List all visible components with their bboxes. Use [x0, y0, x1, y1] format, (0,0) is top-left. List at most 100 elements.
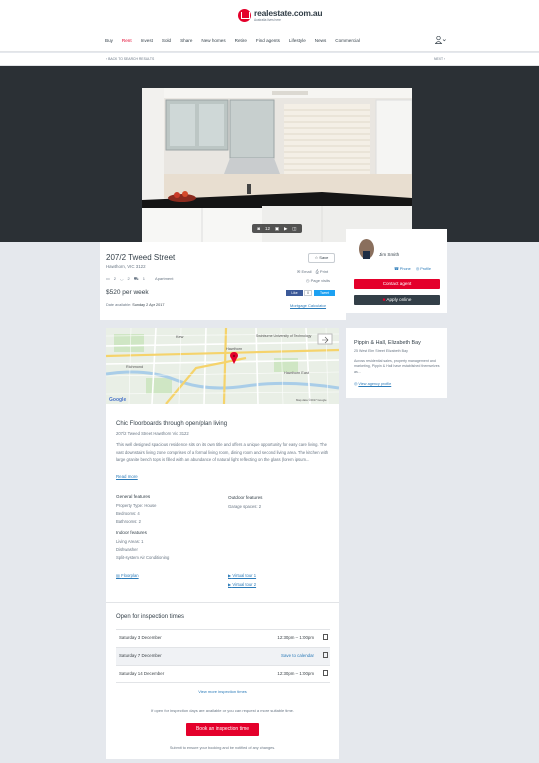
profile-label: Profile: [420, 267, 431, 271]
floorplan-label: Floorplan: [121, 573, 139, 578]
agent-card: Jim Smith ☎ Phone ◎ Profile Contact agen…: [346, 229, 447, 313]
nav-new-homes[interactable]: New homes: [201, 38, 225, 43]
inspection-date: Saturday 3 December: [119, 635, 162, 640]
agency-address: 25 West Elm Street Elizabeth Bay: [354, 349, 408, 353]
booking-note: Submit to ensure your booking and be not…: [169, 746, 276, 750]
virtual-tour-1-label: Virtual tour 1: [232, 573, 257, 578]
outdoor-features-heading: Outdoor features: [228, 495, 263, 500]
calendar-icon[interactable]: [323, 634, 328, 640]
play-icon: ▶: [228, 573, 232, 578]
indoor-feature: Split-system Air Conditioning: [116, 555, 170, 560]
tour-icon[interactable]: ◫: [292, 226, 296, 232]
map-label-hawthorn: Hawthorn: [226, 347, 242, 351]
main-nav: Buy Rent Invest Sold Share New homes Ret…: [105, 38, 369, 43]
photo-count-bar[interactable]: ◙ 12 ▣ ▶ ◫: [252, 224, 302, 233]
nav-commercial[interactable]: Commercial: [335, 38, 360, 43]
inspection-row[interactable]: Saturday 3 December 12:30pm – 1:00pm: [116, 629, 330, 647]
next-link[interactable]: NEXT ›: [434, 57, 445, 61]
listing-tools: ✉ Email ⎙ Print: [297, 269, 328, 274]
page-visits-label: Page visits: [310, 278, 330, 283]
user-menu-button[interactable]: [434, 35, 446, 46]
inspection-row[interactable]: Saturday 14 December 12:30pm – 1:00pm: [116, 665, 330, 683]
map-credit: Map data ©2017 Google: [296, 398, 327, 402]
breadcrumb-bar: ‹ BACK TO SEARCH RESULTS NEXT ›: [0, 53, 539, 66]
view-more-inspections-link[interactable]: View more inspection times: [106, 689, 339, 694]
outdoor-feature: Garage spaces: 2: [228, 504, 262, 509]
map-label-kew: Kew: [176, 335, 184, 339]
inspection-heading: Open for inspection times: [116, 614, 185, 620]
nav-sold[interactable]: Sold: [162, 38, 171, 43]
map-label-richmond: Richmond: [126, 365, 143, 369]
nav-lifestyle[interactable]: Lifestyle: [289, 38, 306, 43]
virtual-tour-2-link[interactable]: ▶ Virtual tour 2: [228, 582, 256, 587]
calendar-icon[interactable]: [323, 652, 328, 658]
listing-details: Swinburne University of Technology Hawth…: [106, 328, 339, 602]
nav-retire[interactable]: Retire: [235, 38, 247, 43]
floorplan-icon[interactable]: ▣: [275, 226, 279, 232]
agency-name[interactable]: Pippin & Hall, Elizabeth Bay: [354, 340, 421, 346]
listing-address: 207/2 Tweed Street: [106, 253, 176, 262]
tweet-button[interactable]: Tweet: [314, 290, 335, 296]
virtual-tour-2-label: Virtual tour 2: [232, 582, 257, 587]
listing-price: $520 per week: [106, 289, 149, 296]
indoor-feature: Dishwasher: [116, 547, 138, 552]
mortgage-calculator-link[interactable]: Mortgage Calculator: [290, 303, 326, 308]
listing-suburb: Hawthorn, VIC 3122: [106, 264, 146, 269]
nav-find-agents[interactable]: Find agents: [256, 38, 280, 43]
listing-summary: 207/2 Tweed Street Hawthorn, VIC 3122 ▭ 2…: [100, 242, 346, 320]
virtual-tour-1-link[interactable]: ▶ Virtual tour 1: [228, 573, 256, 578]
page-visits-link[interactable]: ◷ Page visits: [306, 278, 330, 283]
nav-rent[interactable]: Rent: [122, 38, 132, 43]
profile-link[interactable]: ◎ Profile: [416, 267, 431, 271]
next-label: NEXT: [434, 57, 443, 61]
floorplan-link[interactable]: ▤ Floorplan: [116, 573, 139, 578]
nav-news[interactable]: News: [315, 38, 327, 43]
general-features-heading: General features: [116, 494, 151, 499]
inspection-note: If open for inspection days are availabl…: [151, 708, 294, 713]
phone-label: Phone: [399, 267, 411, 271]
facebook-like-count: 0: [304, 290, 312, 296]
nav-invest[interactable]: Invest: [141, 38, 153, 43]
location-map[interactable]: Swinburne University of Technology Hawth…: [106, 328, 339, 404]
inspection-row[interactable]: Saturday 7 December Save to calendar: [116, 647, 330, 665]
description-heading: Chic Floorboards through open/plan livin…: [116, 421, 228, 427]
cars-count: 1: [142, 276, 146, 281]
agent-name[interactable]: Jim Smith: [379, 252, 399, 257]
agent-links: ☎ Phone ◎ Profile: [394, 266, 431, 271]
phone-link[interactable]: ☎ Phone: [394, 267, 411, 271]
description-body: This well designed spacious residence si…: [116, 442, 329, 463]
site-logo[interactable]: realestate.com.au Australia lives here: [238, 9, 323, 22]
save-to-calendar-link[interactable]: Save to calendar: [281, 653, 314, 658]
site-header: realestate.com.au Australia lives here B…: [0, 0, 539, 52]
listing-features: ▭ 2 ◡ 2 ⛟ 1 Apartment: [106, 276, 173, 282]
print-link[interactable]: ⎙ Print: [316, 269, 329, 274]
inspection-time: 12:30pm – 1:00pm: [277, 671, 314, 676]
apply-online-button[interactable]: ■ Apply online: [354, 295, 440, 305]
listing-photo[interactable]: [142, 88, 412, 242]
kitchen-image: [142, 88, 412, 242]
book-inspection-button[interactable]: Book an inspection time: [186, 723, 259, 736]
nav-buy[interactable]: Buy: [105, 38, 113, 43]
view-agency-profile-link[interactable]: ◎ View agency profile: [354, 381, 391, 386]
inspection-date: Saturday 7 December: [119, 653, 162, 658]
save-button[interactable]: ☆ Save: [308, 253, 335, 263]
date-available: Date available: Sunday 2 Apr 2017: [106, 303, 165, 307]
photo-count: 12: [264, 226, 270, 231]
date-available-label: Date available:: [106, 303, 132, 307]
save-label: Save: [319, 255, 329, 260]
email-link[interactable]: ✉ Email: [297, 269, 311, 274]
baths-count: 2: [127, 276, 130, 281]
play-icon: ▶: [228, 582, 232, 587]
contact-agent-button[interactable]: Contact agent: [354, 279, 440, 289]
back-label: BACK TO SEARCH RESULTS: [108, 57, 155, 61]
facebook-like-button[interactable]: Like: [286, 290, 303, 296]
read-more-link[interactable]: Read more: [116, 474, 138, 479]
map-label-swinburne: Swinburne University of Technology: [256, 334, 312, 338]
brand-tagline: Australia lives here: [254, 18, 281, 22]
agency-card: Pippin & Hall, Elizabeth Bay 25 West Elm…: [346, 328, 447, 398]
back-to-results-link[interactable]: ‹ BACK TO SEARCH RESULTS: [106, 57, 154, 61]
video-icon[interactable]: ▶: [284, 226, 287, 232]
date-available-value: Sunday 2 Apr 2017: [132, 303, 165, 307]
calendar-icon[interactable]: [323, 670, 328, 676]
nav-share[interactable]: Share: [180, 38, 192, 43]
